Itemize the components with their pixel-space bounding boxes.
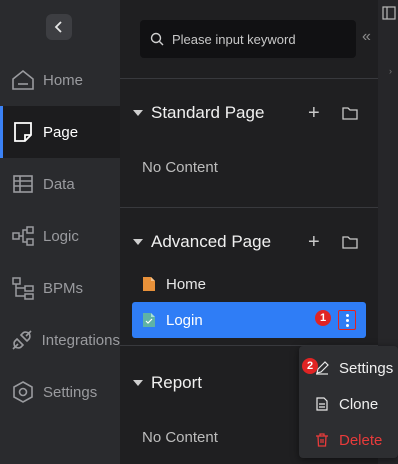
menu-item-label: Settings xyxy=(339,359,394,377)
trash-icon xyxy=(316,433,328,447)
section-standard-page[interactable]: Standard Page + xyxy=(120,93,378,133)
page-item-login[interactable]: Login xyxy=(132,302,366,338)
menu-item-label: Delete xyxy=(339,431,383,449)
empty-text: No Content xyxy=(142,159,218,176)
collapse-rail-button[interactable] xyxy=(46,14,72,40)
search-box xyxy=(140,20,356,58)
document-icon xyxy=(316,397,328,411)
page-item-label: Home xyxy=(166,275,207,293)
divider xyxy=(120,78,378,79)
chevron-right-icon[interactable]: › xyxy=(389,66,392,76)
menu-item-label: Clone xyxy=(339,395,379,413)
table-icon xyxy=(10,171,36,197)
menu-item-clone[interactable]: Clone xyxy=(299,386,398,422)
section-advanced-page[interactable]: Advanced Page + xyxy=(120,222,378,262)
page-file-icon xyxy=(143,277,155,291)
plug-icon xyxy=(10,327,35,353)
nav-item-label: Logic xyxy=(43,227,79,245)
nav-item-label: BPMs xyxy=(43,279,84,297)
section-title: Report xyxy=(151,373,203,392)
chevron-left-icon xyxy=(54,21,62,33)
nav-item-integrations[interactable]: Integrations xyxy=(0,314,120,366)
logic-icon xyxy=(10,223,36,249)
search-input[interactable] xyxy=(172,31,352,47)
search-icon xyxy=(150,32,164,46)
page-item-home[interactable]: Home xyxy=(132,266,366,302)
nav-rail: Home Page Data Logic BPMs Integrations S… xyxy=(0,0,120,464)
caret-down-icon[interactable] xyxy=(133,110,143,116)
nav-item-label: Integrations xyxy=(41,331,120,349)
caret-down-icon[interactable] xyxy=(133,380,143,386)
add-page-icon[interactable]: + xyxy=(308,232,320,252)
section-title: Standard Page xyxy=(151,103,265,122)
annotation-badge: 1 xyxy=(315,310,331,326)
more-dot xyxy=(345,313,349,317)
empty-text: No Content xyxy=(142,429,218,446)
nav-item-settings[interactable]: Settings xyxy=(0,366,120,418)
panel-icon xyxy=(382,6,396,20)
bpm-icon xyxy=(10,275,36,301)
add-page-icon[interactable]: + xyxy=(308,103,320,123)
more-dot xyxy=(345,323,349,327)
page-file-icon xyxy=(143,313,155,327)
divider xyxy=(120,207,378,208)
nav-item-data[interactable]: Data xyxy=(0,158,120,210)
collapse-panel-icon[interactable]: « xyxy=(362,28,371,46)
folder-icon[interactable] xyxy=(342,235,358,249)
nav-item-page[interactable]: Page xyxy=(0,106,120,158)
nav-item-logic[interactable]: Logic xyxy=(0,210,120,262)
nav-item-label: Settings xyxy=(43,383,98,401)
nav-item-label: Home xyxy=(43,71,84,89)
folder-icon[interactable] xyxy=(342,106,358,120)
menu-item-delete[interactable]: Delete xyxy=(299,422,398,458)
annotation-badge: 2 xyxy=(302,358,318,374)
nav-item-bpms[interactable]: BPMs xyxy=(0,262,120,314)
page-icon xyxy=(10,119,36,145)
more-dot xyxy=(345,318,349,322)
home-icon xyxy=(10,67,36,93)
nav-item-home[interactable]: Home xyxy=(0,54,120,106)
nav-item-label: Data xyxy=(43,175,75,193)
section-title: Advanced Page xyxy=(151,232,272,251)
settings-icon xyxy=(10,379,36,405)
nav-item-label: Page xyxy=(43,123,79,141)
page-item-label: Login xyxy=(166,311,203,329)
more-options-button[interactable] xyxy=(338,310,356,330)
caret-down-icon[interactable] xyxy=(133,239,143,245)
